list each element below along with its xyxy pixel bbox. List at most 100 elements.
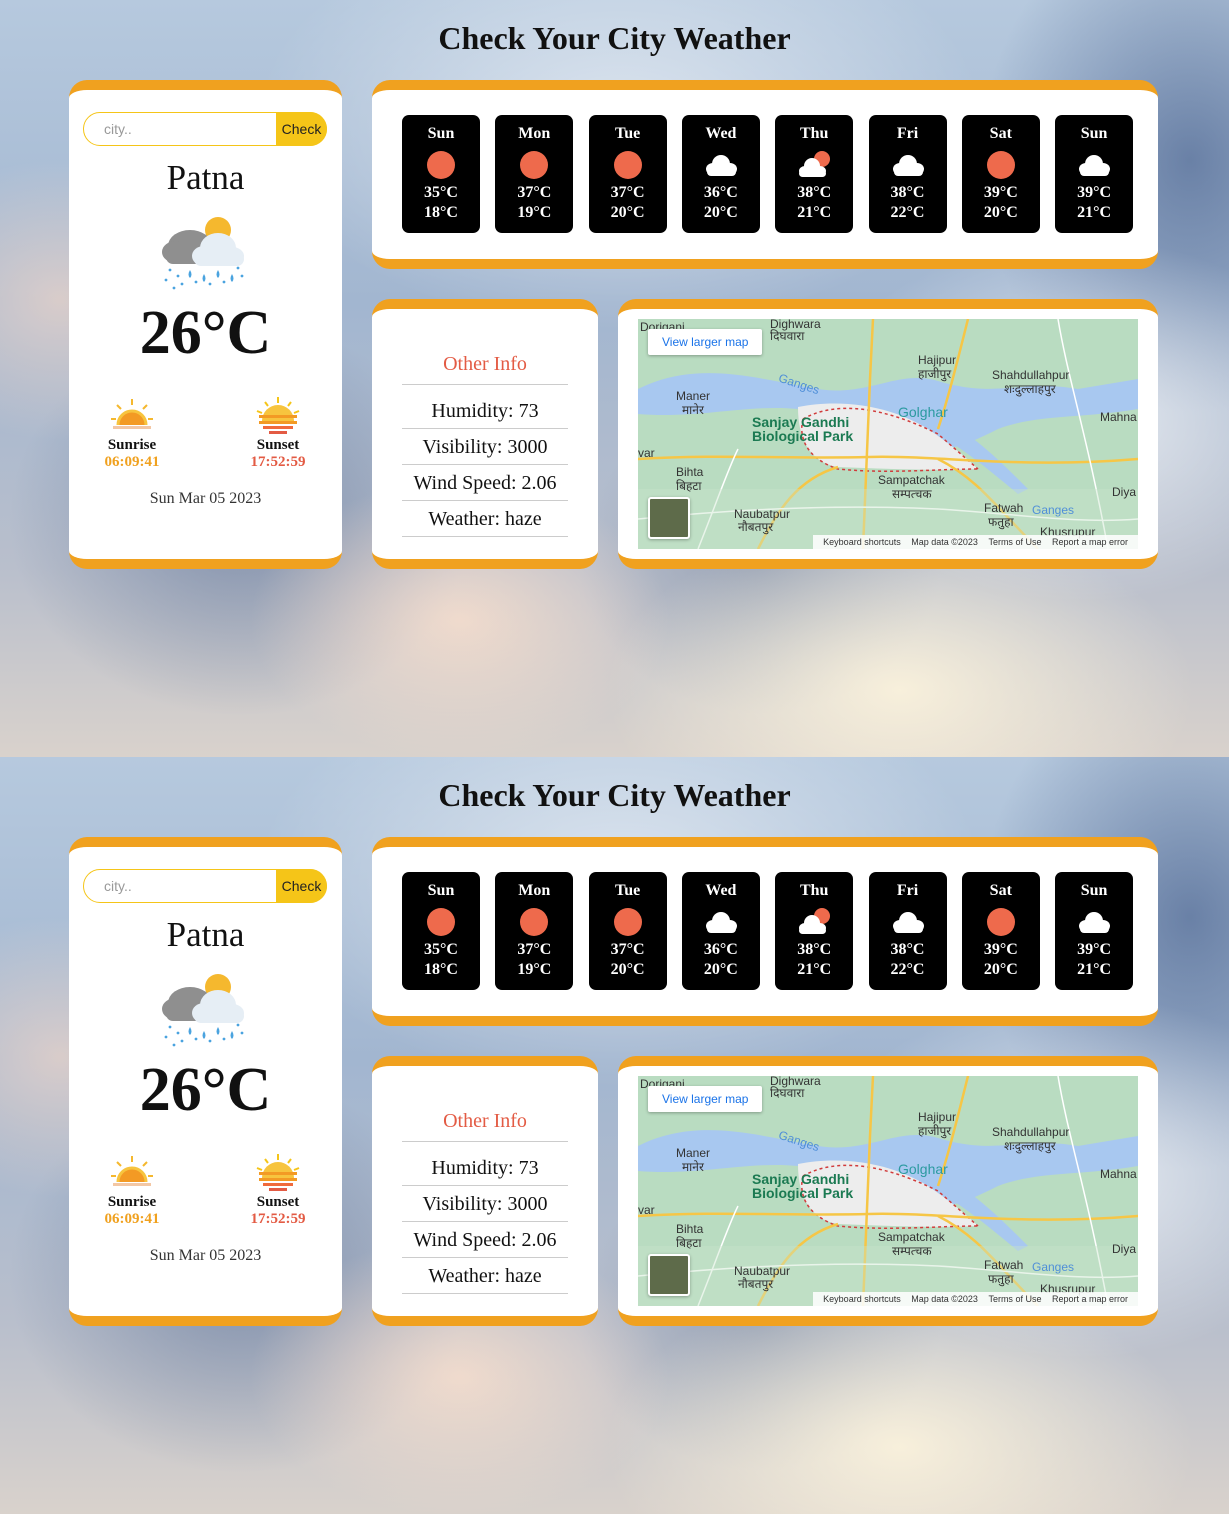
map-label: शःदुल्लाहपुर: [1004, 382, 1056, 396]
map-label: सम्पत्चक: [892, 1244, 932, 1258]
current-weather-card: Check Patna: [69, 80, 342, 569]
map-label: Biological Park: [752, 1185, 854, 1201]
wind-speed-value: Wind Speed: 2.06: [402, 465, 568, 501]
sun-icon: [984, 149, 1018, 181]
terms-link[interactable]: Terms of Use: [988, 1294, 1041, 1304]
view-larger-map-link[interactable]: View larger map: [648, 1086, 763, 1112]
forecast-min-temp: 22°C: [890, 204, 925, 221]
forecast-max-temp: 39°C: [983, 184, 1018, 201]
forecast-card: Sun 35°C 18°C Mon 37°C 19°C Tue 37°C 20°C Wed 36°C…: [372, 80, 1158, 269]
map-label: नौबतपुर: [738, 520, 774, 534]
forecast-min-temp: 18°C: [424, 961, 458, 978]
check-button[interactable]: Check: [276, 112, 327, 146]
terms-link[interactable]: Terms of Use: [988, 537, 1041, 547]
page-title: Check Your City Weather: [438, 777, 791, 813]
forecast-day-card: Sun 39°C 21°C: [1055, 115, 1134, 233]
forecast-min-temp: 21°C: [1077, 204, 1112, 221]
forecast-max-temp: 38°C: [890, 941, 925, 958]
forecast-min-temp: 20°C: [610, 961, 645, 978]
forecast-min-temp: 20°C: [983, 961, 1018, 978]
weather-description: Weather: haze: [402, 501, 568, 537]
forecast-day-name: Tue: [614, 882, 641, 899]
forecast-day-name: Mon: [518, 882, 551, 899]
current-temperature: 26°C: [139, 1056, 272, 1124]
map-label: Diya: [1112, 485, 1137, 499]
page-title: Check Your City Weather: [438, 20, 791, 56]
forecast-day-card: Mon 37°C 19°C: [495, 115, 574, 233]
map-card: Dorigani Dighwara दिघवारा Hajipur हाजीपु…: [618, 299, 1158, 569]
city-name: Patna: [166, 158, 245, 197]
sun-icon: [611, 149, 645, 181]
forecast-day-name: Sun: [427, 125, 455, 142]
forecast-day-card: Thu 38°C 21°C: [775, 872, 854, 990]
forecast-day-card: Fri 38°C 22°C: [868, 872, 947, 990]
other-info-card: Other Info Humidity: 73 Visibility: 3000…: [372, 1056, 598, 1326]
satellite-toggle[interactable]: [648, 1254, 690, 1296]
sunset-icon: [256, 397, 300, 434]
sun-icon: [424, 149, 458, 181]
embedded-map[interactable]: Dorigani Dighwara दिघवारा Hajipur हाजीपु…: [638, 1076, 1138, 1306]
map-label: var: [638, 446, 655, 460]
forecast-day-name: Fri: [896, 882, 919, 899]
other-info-title: Other Info: [402, 1110, 568, 1142]
report-error-link[interactable]: Report a map error: [1052, 1294, 1128, 1304]
view-larger-map-link[interactable]: View larger map: [648, 329, 763, 355]
forecast-max-temp: 39°C: [983, 941, 1018, 958]
sunrise-label: Sunrise: [107, 437, 157, 453]
map-label: फतुहा: [988, 1272, 1014, 1286]
cloud-icon: [704, 149, 738, 181]
map-label: Golghar: [898, 1161, 948, 1177]
forecast-max-temp: 37°C: [610, 184, 645, 201]
map-label: Golghar: [898, 404, 948, 420]
weather-app-view: Check Your City Weather Check Patna: [0, 757, 1229, 1514]
keyboard-shortcuts-link[interactable]: Keyboard shortcuts: [823, 1294, 901, 1304]
forecast-max-temp: 38°C: [797, 941, 832, 958]
cloud-icon: [891, 906, 925, 938]
city-name: Patna: [166, 915, 245, 954]
rain-cloud-sun-icon: [160, 214, 250, 294]
forecast-day-card: Sat 39°C 20°C: [961, 872, 1040, 990]
forecast-min-temp: 20°C: [610, 204, 645, 221]
map-label: var: [638, 1203, 655, 1217]
visibility-value: Visibility: 3000: [402, 429, 568, 465]
current-weather-card: Check Patna: [69, 837, 342, 1326]
forecast-day-card: Mon 37°C 19°C: [495, 872, 574, 990]
map-label: Ganges: [1032, 503, 1075, 517]
forecast-max-temp: 35°C: [424, 184, 458, 201]
forecast-max-temp: 39°C: [1077, 941, 1112, 958]
sunrise-time: 06:09:41: [104, 1211, 160, 1227]
forecast-day-name: Sun: [1080, 882, 1108, 899]
forecast-day-card: Sat 39°C 20°C: [961, 115, 1040, 233]
forecast-day-card: Tue 37°C 20°C: [588, 115, 667, 233]
map-label: Mahna: [1100, 410, 1137, 424]
forecast-day-card: Wed 36°C 20°C: [681, 115, 760, 233]
forecast-min-temp: 19°C: [517, 204, 552, 221]
embedded-map[interactable]: Dorigani Dighwara दिघवारा Hajipur हाजीपु…: [638, 319, 1138, 549]
keyboard-shortcuts-link[interactable]: Keyboard shortcuts: [823, 537, 901, 547]
forecast-day-name: Sun: [1080, 125, 1108, 142]
search-bar: Check: [83, 112, 327, 146]
forecast-min-temp: 20°C: [703, 204, 738, 221]
check-button[interactable]: Check: [276, 869, 327, 903]
map-footer: Keyboard shortcuts Map data ©2023 Terms …: [813, 1292, 1138, 1306]
sunset-block: Sunset 17:52:59: [238, 1152, 318, 1228]
forecast-max-temp: 38°C: [890, 184, 925, 201]
sun-icon: [517, 149, 551, 181]
satellite-toggle[interactable]: [648, 497, 690, 539]
map-label: Diya: [1112, 1242, 1137, 1256]
cloud-icon: [704, 906, 738, 938]
map-footer: Keyboard shortcuts Map data ©2023 Terms …: [813, 535, 1138, 549]
map-label: दिघवारा: [770, 329, 805, 343]
forecast-day-name: Thu: [799, 125, 829, 142]
forecast-min-temp: 18°C: [424, 204, 458, 221]
forecast-day-card: Sun 35°C 18°C: [402, 872, 480, 990]
other-info-card: Other Info Humidity: 73 Visibility: 3000…: [372, 299, 598, 569]
sunrise-time: 06:09:41: [104, 454, 160, 470]
map-label: Sanjay Gandhi: [752, 1171, 850, 1187]
map-label: फतुहा: [988, 515, 1014, 529]
sun-icon: [517, 906, 551, 938]
forecast-day-card: Sun 35°C 18°C: [402, 115, 480, 233]
forecast-card: Sun 35°C 18°C Mon 37°C 19°C Tue 37°C 20°C Wed 36°C…: [372, 837, 1158, 1026]
report-error-link[interactable]: Report a map error: [1052, 537, 1128, 547]
forecast-min-temp: 20°C: [703, 961, 738, 978]
